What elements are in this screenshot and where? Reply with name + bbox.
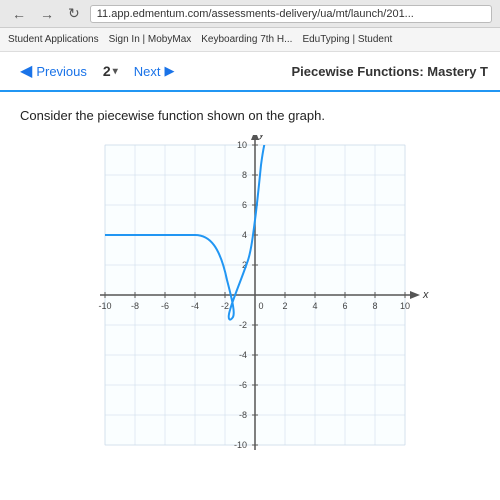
x-tick-label: -4 — [191, 301, 199, 311]
question-text: Consider the piecewise function shown on… — [20, 108, 480, 123]
y-tick-label: 4 — [242, 230, 247, 240]
question-number: 2 — [103, 63, 111, 79]
url-bar[interactable]: 11.app.edmentum.com/assessments-delivery… — [90, 5, 492, 23]
graph-container: -10 -8 -6 -4 -2 0 2 4 6 8 — [20, 135, 480, 475]
bookmarks-bar: Student Applications Sign In | MobyMax K… — [0, 28, 500, 52]
previous-label: Previous — [36, 64, 87, 79]
x-tick-label: 4 — [312, 301, 317, 311]
question-number-display: 2 ▾ — [95, 63, 126, 79]
bookmark-keyboarding[interactable]: Keyboarding 7th H... — [201, 34, 292, 45]
x-tick-label: 10 — [400, 301, 410, 311]
piecewise-graph: -10 -8 -6 -4 -2 0 2 4 6 8 — [65, 135, 435, 475]
assessment-bar: ◀ Previous 2 ▾ Next ▶ Piecewise Function… — [0, 52, 500, 92]
next-button[interactable]: Next ▶ — [126, 59, 183, 83]
y-axis-arrow — [251, 135, 259, 140]
x-tick-label: -6 — [161, 301, 169, 311]
y-tick-label: 10 — [237, 140, 247, 150]
y-tick-label: -10 — [234, 440, 247, 450]
y-tick-label: -8 — [239, 410, 247, 420]
bookmark-mobymax[interactable]: Sign In | MobyMax — [109, 34, 192, 45]
previous-button[interactable]: ◀ Previous — [12, 57, 95, 85]
prev-arrow-icon: ◀ — [20, 61, 32, 81]
x-axis-label: x — [422, 289, 429, 301]
x-tick-origin: 0 — [258, 301, 263, 311]
forward-button[interactable]: → — [36, 4, 58, 24]
x-axis-arrow — [410, 291, 420, 299]
left-arrow — [93, 232, 102, 238]
y-tick-label: -2 — [239, 320, 247, 330]
main-content: Consider the piecewise function shown on… — [0, 92, 500, 500]
question-dropdown-icon[interactable]: ▾ — [113, 66, 118, 77]
x-tick-label: 8 — [372, 301, 377, 311]
y-axis-label: y — [258, 135, 266, 140]
y-tick-label: -4 — [239, 350, 247, 360]
next-arrow-icon: ▶ — [164, 63, 174, 79]
x-tick-label: -2 — [221, 301, 229, 311]
x-tick-label: -8 — [131, 301, 139, 311]
back-button[interactable]: ← — [8, 4, 30, 24]
assessment-title: Piecewise Functions: Mastery T — [291, 64, 488, 79]
bookmark-edutyping[interactable]: EduTyping | Student — [302, 34, 392, 45]
browser-bar: ← → ↻ 11.app.edmentum.com/assessments-de… — [0, 0, 500, 28]
bookmark-student-apps[interactable]: Student Applications — [8, 34, 99, 45]
x-tick-label: 6 — [342, 301, 347, 311]
next-label: Next — [134, 64, 161, 79]
reload-button[interactable]: ↻ — [64, 3, 84, 24]
x-tick-label: 2 — [282, 301, 287, 311]
x-tick-label: -10 — [98, 301, 111, 311]
y-tick-label: -6 — [239, 380, 247, 390]
y-tick-label: 8 — [242, 170, 247, 180]
y-tick-label: 6 — [242, 200, 247, 210]
